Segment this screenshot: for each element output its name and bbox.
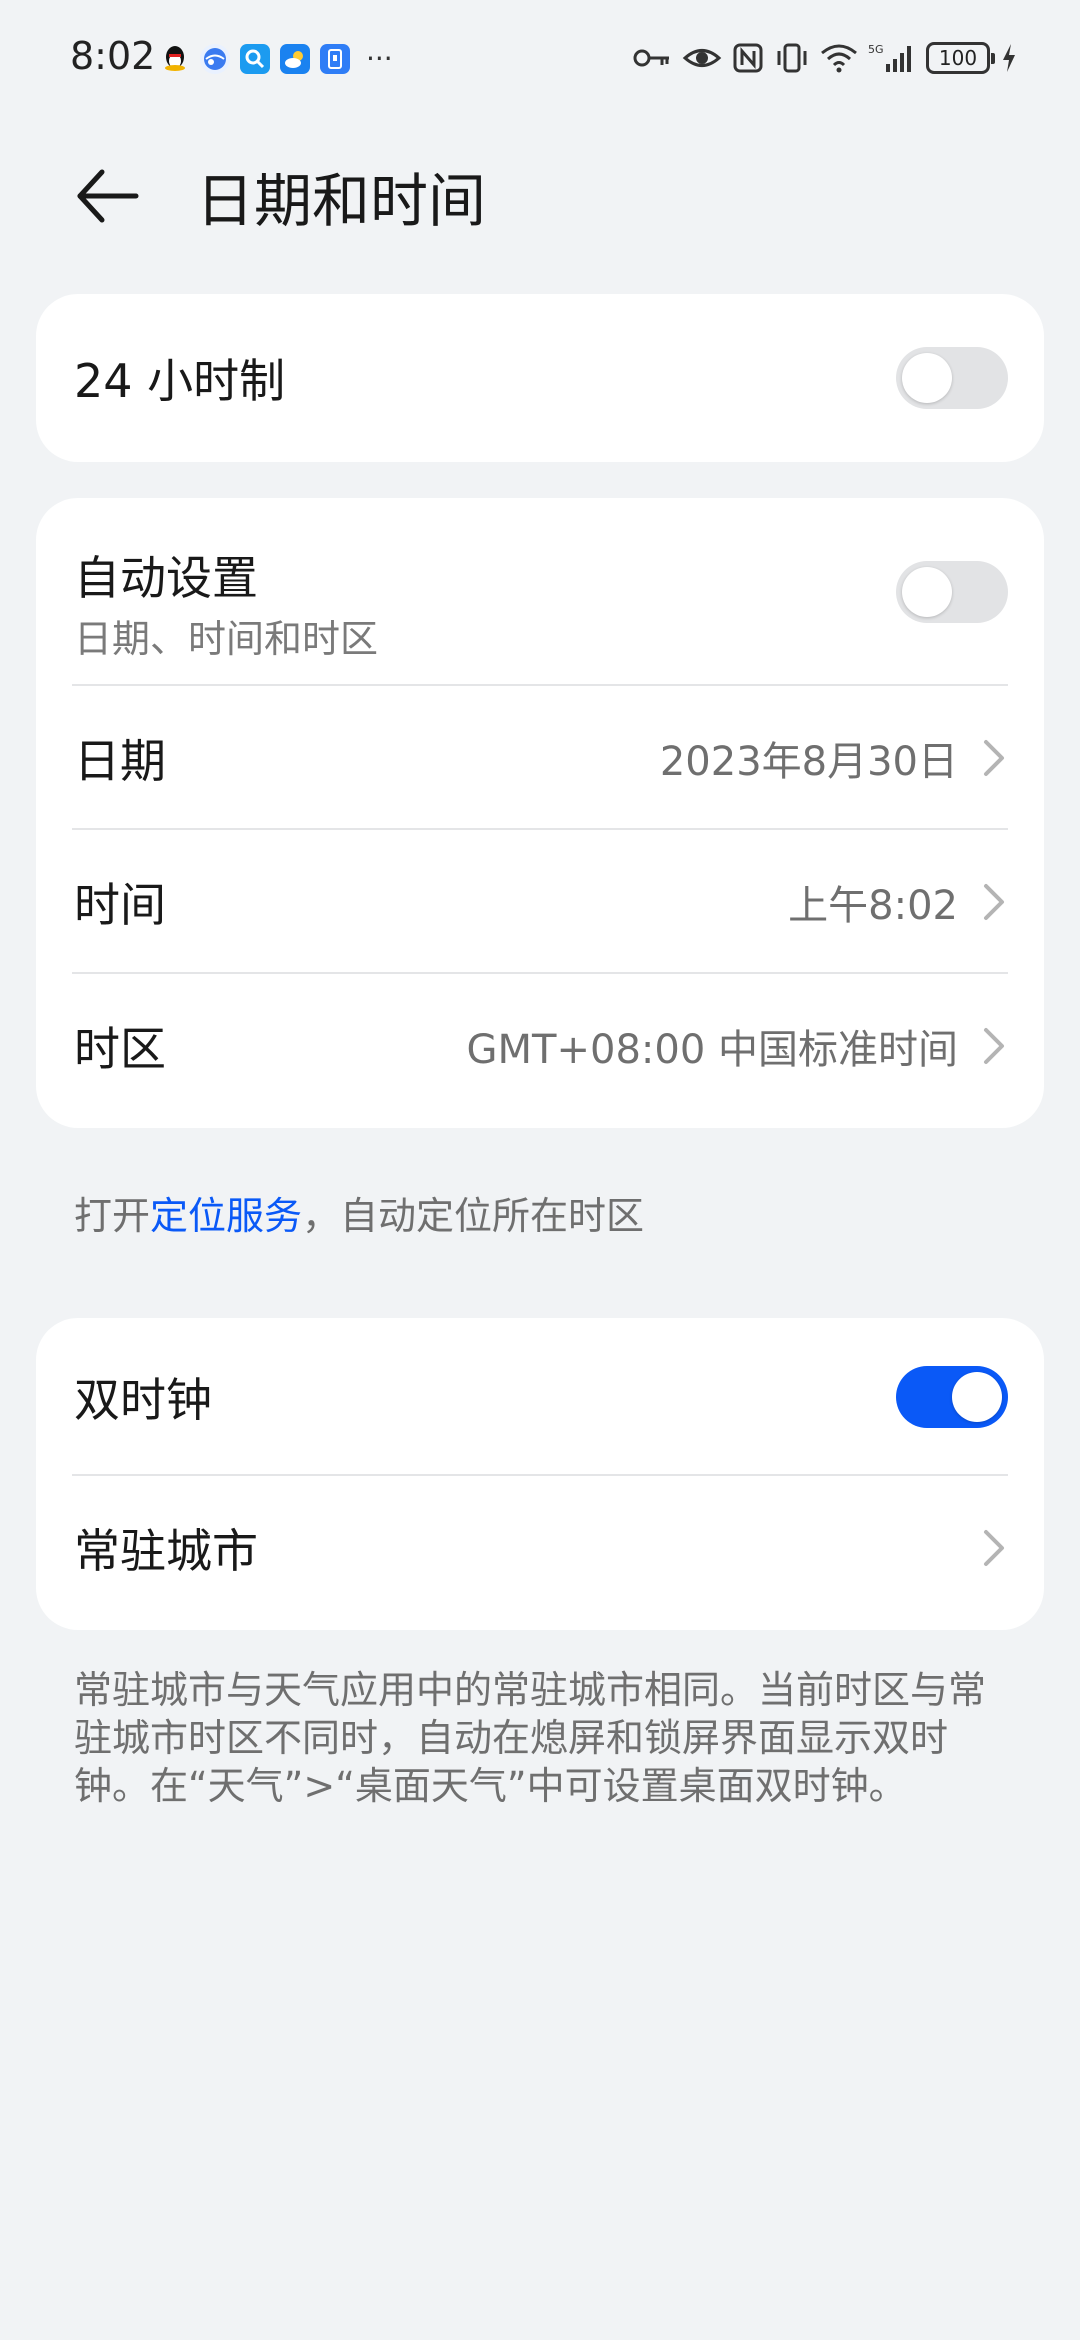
toggle-knob xyxy=(952,1372,1002,1422)
system-icons: 5G 100 xyxy=(632,42,1018,74)
row-time-value: 上午8:02 xyxy=(788,883,958,929)
toggle-auto-set[interactable] xyxy=(896,561,1008,623)
location-service-link[interactable]: 定位服务 xyxy=(150,1194,302,1238)
nfc-icon xyxy=(733,43,763,73)
eye-comfort-icon xyxy=(682,49,722,67)
card-date-time: 自动设置 日期、时间和时区 日期 2023年8月30日 时间 上午8:02 时区… xyxy=(36,498,1044,1128)
browser-icon xyxy=(200,44,230,74)
toggle-24-hour[interactable] xyxy=(896,347,1008,409)
page-title: 日期和时间 xyxy=(196,167,487,235)
card-24-hour: 24 小时制 xyxy=(36,294,1044,462)
row-home-city-label: 常驻城市 xyxy=(74,1524,258,1578)
battery-icon: 100 xyxy=(926,42,995,74)
svg-text:5G: 5G xyxy=(868,43,884,56)
toggle-knob xyxy=(902,353,952,403)
row-date-label: 日期 xyxy=(74,734,166,788)
chevron-right-icon xyxy=(984,740,1004,776)
location-note-suffix: ，自动定位所在时区 xyxy=(302,1194,645,1238)
wifi-icon xyxy=(821,44,857,73)
card-dual-clock: 双时钟 常驻城市 xyxy=(36,1318,1044,1630)
vibrate-icon xyxy=(777,43,807,73)
toggle-dual-clock[interactable] xyxy=(896,1366,1008,1428)
chevron-right-icon xyxy=(984,884,1004,920)
search-app-icon xyxy=(240,44,270,74)
row-time[interactable]: 时间 上午8:02 xyxy=(36,830,1044,974)
more-notifications-icon: ··· xyxy=(366,42,393,75)
back-button[interactable] xyxy=(72,160,144,232)
phone-manager-icon xyxy=(320,44,350,74)
row-24-hour[interactable]: 24 小时制 xyxy=(36,294,1044,462)
location-note-prefix: 打开 xyxy=(74,1194,151,1238)
row-dual-clock-label: 双时钟 xyxy=(74,1373,212,1427)
row-timezone-value: GMT+08:00 中国标准时间 xyxy=(466,1027,958,1073)
back-arrow-icon xyxy=(77,169,139,223)
notification-icons: ··· xyxy=(160,44,393,74)
status-time: 8:02 xyxy=(70,34,156,78)
row-auto-set[interactable]: 自动设置 日期、时间和时区 xyxy=(36,498,1044,686)
row-dual-clock[interactable]: 双时钟 xyxy=(36,1318,1044,1476)
qq-icon xyxy=(160,44,190,74)
row-time-label: 时间 xyxy=(74,878,166,932)
location-service-note: 打开定位服务，自动定位所在时区 xyxy=(74,1192,1004,1240)
chevron-right-icon xyxy=(984,1530,1004,1566)
row-24-hour-label: 24 小时制 xyxy=(74,354,286,408)
row-date[interactable]: 日期 2023年8月30日 xyxy=(36,686,1044,830)
toggle-knob xyxy=(902,567,952,617)
row-auto-set-subtitle: 日期、时间和时区 xyxy=(74,617,379,661)
chevron-right-icon xyxy=(984,1028,1004,1064)
row-auto-set-label: 自动设置 xyxy=(74,551,258,605)
dual-clock-note: 常驻城市与天气应用中的常驻城市相同。当前时区与常驻城市时区不同时，自动在熄屏和锁… xyxy=(74,1668,987,1808)
charging-icon xyxy=(1003,44,1015,72)
row-timezone[interactable]: 时区 GMT+08:00 中国标准时间 xyxy=(36,974,1044,1118)
key-icon xyxy=(633,49,669,67)
row-timezone-label: 时区 xyxy=(74,1022,166,1076)
header: 日期和时间 xyxy=(0,140,1080,260)
weather-app-icon xyxy=(280,44,310,74)
status-bar: 8:02 ··· 5G 100 xyxy=(0,0,1080,120)
row-home-city[interactable]: 常驻城市 xyxy=(36,1476,1044,1620)
row-date-value: 2023年8月30日 xyxy=(659,739,958,785)
signal-5g-icon: 5G xyxy=(868,43,911,72)
